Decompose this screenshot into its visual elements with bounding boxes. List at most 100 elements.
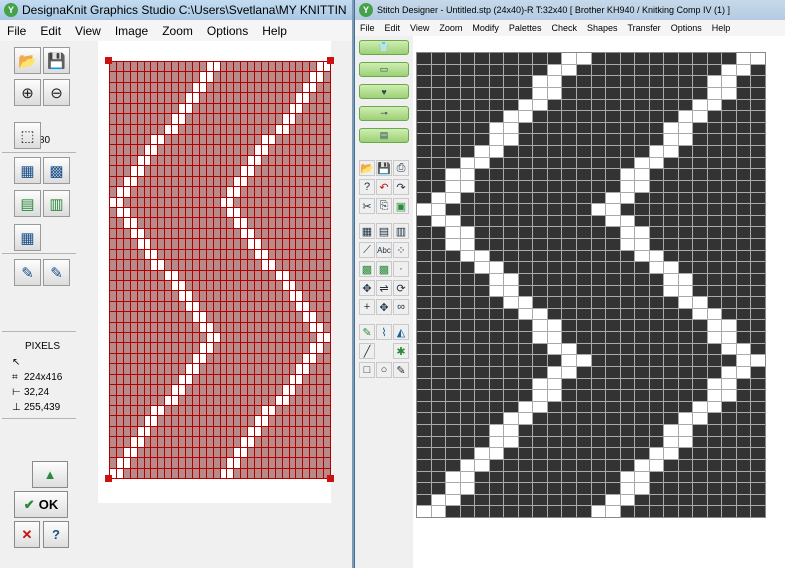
stitch-cell[interactable]	[649, 425, 664, 436]
stitch-cell[interactable]	[179, 374, 185, 385]
stitch-cell[interactable]	[213, 249, 220, 260]
stitch-cell[interactable]	[289, 166, 296, 176]
stitch-cell[interactable]	[310, 207, 317, 218]
stitch-cell[interactable]	[110, 155, 116, 166]
stitch-cell[interactable]	[562, 227, 576, 238]
stitch-cell[interactable]	[213, 207, 220, 218]
stitch-cell[interactable]	[606, 506, 620, 517]
stitch-cell[interactable]	[248, 187, 255, 197]
stitch-cell[interactable]	[275, 353, 282, 364]
stitch-cell[interactable]	[110, 291, 116, 301]
stitch-cell[interactable]	[562, 215, 576, 227]
stitch-cell[interactable]	[179, 458, 185, 468]
stitch-cell[interactable]	[620, 308, 635, 320]
stitch-cell[interactable]	[489, 134, 504, 145]
stitch-cell[interactable]	[635, 64, 649, 76]
stitch-cell[interactable]	[310, 114, 317, 124]
stitch-cell[interactable]	[460, 343, 475, 355]
stitch-cell[interactable]	[179, 72, 185, 82]
stitch-cell[interactable]	[158, 93, 165, 103]
stitch-cell[interactable]	[310, 416, 317, 426]
stitch-cell[interactable]	[241, 322, 248, 333]
stitch-cell[interactable]	[289, 364, 296, 374]
stitch-cell[interactable]	[591, 494, 606, 506]
stitch-cell[interactable]	[547, 483, 562, 494]
stitch-cell[interactable]	[172, 114, 179, 124]
stitch-cell[interactable]	[324, 280, 330, 291]
stitch-cell[interactable]	[533, 122, 547, 134]
stitch-cell[interactable]	[137, 395, 144, 406]
stitch-cell[interactable]	[303, 291, 310, 301]
stitch-cell[interactable]	[123, 437, 130, 447]
stitch-cell[interactable]	[234, 207, 241, 218]
stitch-cell[interactable]	[296, 207, 303, 218]
stitch-cell[interactable]	[130, 374, 137, 385]
stitch-cell[interactable]	[199, 260, 206, 270]
stitch-cell[interactable]	[289, 239, 296, 249]
stitch-cell[interactable]	[151, 333, 158, 343]
stitch-cell[interactable]	[635, 204, 649, 215]
menu-transfer[interactable]: Transfer	[623, 23, 666, 33]
stitch-cell[interactable]	[130, 82, 137, 93]
stitch-cell[interactable]	[110, 207, 116, 218]
stitch-cell[interactable]	[296, 260, 303, 270]
stitch-cell[interactable]	[591, 262, 606, 273]
stitch-cell[interactable]	[620, 459, 635, 471]
stitch-cell[interactable]	[289, 458, 296, 468]
stitch-cell[interactable]	[151, 301, 158, 312]
stitch-cell[interactable]	[693, 99, 707, 111]
stitch-cell[interactable]	[248, 114, 255, 124]
stitch-cell[interactable]	[489, 355, 504, 366]
stitch-cell[interactable]	[310, 458, 317, 468]
stitch-cell[interactable]	[576, 180, 591, 192]
knit-icon[interactable]: ♥	[359, 84, 409, 99]
stitch-cell[interactable]	[137, 458, 144, 468]
stitch-cell[interactable]	[268, 155, 275, 166]
stitch-cell[interactable]	[431, 134, 446, 145]
stitch-cell[interactable]	[179, 437, 185, 447]
stitch-cell[interactable]	[282, 124, 289, 134]
stitch-cell[interactable]	[199, 239, 206, 249]
stitch-cell[interactable]	[693, 134, 707, 145]
stitch-cell[interactable]	[518, 343, 533, 355]
stitch-cell[interactable]	[649, 413, 664, 424]
stitch-cell[interactable]	[504, 297, 518, 308]
stitch-cell[interactable]	[241, 343, 248, 353]
stitch-cell[interactable]	[751, 204, 765, 215]
stitch-cell[interactable]	[446, 285, 460, 297]
stitch-cell[interactable]	[678, 87, 693, 99]
zoom-in-icon[interactable]: ⊕	[14, 79, 41, 106]
stitch-cell[interactable]	[562, 436, 576, 448]
stitch-cell[interactable]	[199, 322, 206, 333]
stitch-cell[interactable]	[116, 468, 123, 478]
stitch-cell[interactable]	[151, 166, 158, 176]
stitch-cell[interactable]	[678, 494, 693, 506]
open-icon[interactable]: 📂	[359, 160, 375, 176]
stitch-cell[interactable]	[296, 93, 303, 103]
stitch-cell[interactable]	[489, 122, 504, 134]
stitch-cell[interactable]	[417, 134, 431, 145]
stitch-cell[interactable]	[317, 228, 324, 239]
stitch-cell[interactable]	[693, 111, 707, 122]
stitch-cell[interactable]	[504, 494, 518, 506]
save-icon[interactable]: 💾	[376, 160, 392, 176]
stitch-cell[interactable]	[289, 124, 296, 134]
stitch-cell[interactable]	[261, 62, 268, 72]
stitch-cell[interactable]	[693, 343, 707, 355]
stitch-cell[interactable]	[620, 64, 635, 76]
stitch-cell[interactable]	[123, 270, 130, 280]
stitch-cell[interactable]	[116, 124, 123, 134]
move-icon[interactable]: ✥	[376, 299, 392, 315]
stitch-cell[interactable]	[241, 124, 248, 134]
stitch-cell[interactable]	[576, 215, 591, 227]
stitch-cell[interactable]	[417, 146, 431, 157]
stitch-cell[interactable]	[213, 124, 220, 134]
stitch-cell[interactable]	[227, 333, 234, 343]
stitch-cell[interactable]	[227, 374, 234, 385]
stitch-cell[interactable]	[620, 506, 635, 517]
stitch-cell[interactable]	[268, 395, 275, 406]
stitch-cell[interactable]	[275, 406, 282, 416]
stitch-cell[interactable]	[220, 187, 227, 197]
stitch-cell[interactable]	[261, 426, 268, 437]
stitch-cell[interactable]	[460, 53, 475, 64]
